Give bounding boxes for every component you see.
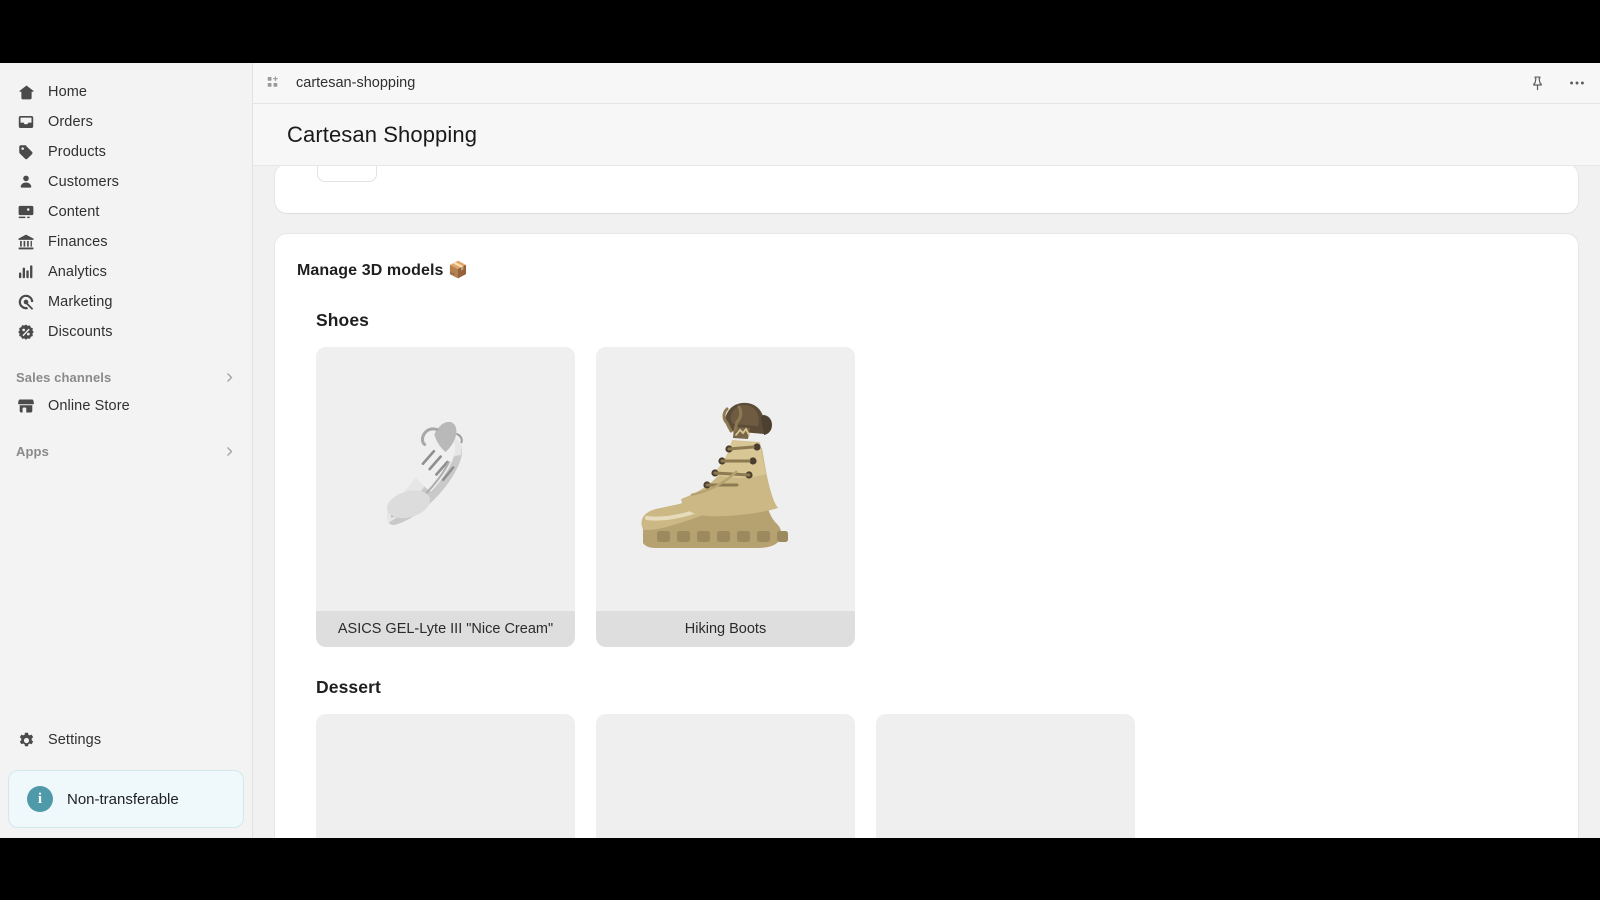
sidebar-item-discounts[interactable]: Discounts bbox=[8, 317, 244, 347]
model-tile[interactable]: Hiking Boots bbox=[596, 347, 855, 647]
model-tile-grid: ASICS GEL-Lyte III "Nice Cream" Hiking B… bbox=[316, 347, 1556, 647]
group-title: Dessert bbox=[316, 677, 381, 697]
sidebar-item-products[interactable]: Products bbox=[8, 137, 244, 167]
sidebar-item-label: Content bbox=[48, 203, 100, 220]
model-tile-placeholder[interactable] bbox=[596, 714, 855, 838]
topbar-right bbox=[1529, 74, 1586, 92]
sidebar-item-home[interactable]: Home bbox=[8, 77, 244, 107]
sidebar-section-label: Apps bbox=[16, 443, 49, 459]
sidebar-item-settings[interactable]: Settings bbox=[8, 724, 244, 756]
analytics-bars-icon bbox=[16, 262, 36, 282]
card-title: Manage 3D models 📦 bbox=[297, 260, 1556, 280]
sidebar-item-finances[interactable]: Finances bbox=[8, 227, 244, 257]
sidebar-item-label: Finances bbox=[48, 233, 108, 250]
sidebar-item-marketing[interactable]: Marketing bbox=[8, 287, 244, 317]
hiking-boot-3d-model[interactable] bbox=[596, 347, 855, 611]
cutoff-button[interactable] bbox=[317, 166, 377, 182]
sidebar-item-label: Marketing bbox=[48, 293, 113, 310]
sidebar-nav: Home Orders Products Customers Content F… bbox=[0, 63, 252, 465]
model-tile[interactable]: ASICS GEL-Lyte III "Nice Cream" bbox=[316, 347, 575, 647]
partial-card-above bbox=[275, 166, 1578, 213]
card-title-text: Manage 3D models bbox=[297, 262, 444, 279]
app-name: cartesan-shopping bbox=[296, 75, 416, 91]
manage-3d-models-card: Manage 3D models 📦 Shoes ASICS GEL-Lyte … bbox=[275, 234, 1578, 838]
model-group-shoes: Shoes ASICS GEL-Lyte III "Nice Cream" Hi… bbox=[297, 310, 1556, 647]
sidebar-section-sales-channels[interactable]: Sales channels bbox=[8, 363, 244, 391]
model-tile-label: Hiking Boots bbox=[596, 611, 855, 647]
main-area: cartesan-shopping Cartesan Shopping Mana… bbox=[253, 63, 1600, 838]
pin-icon[interactable] bbox=[1529, 75, 1546, 92]
page-header: Cartesan Shopping bbox=[253, 104, 1600, 166]
chevron-right-icon bbox=[223, 371, 236, 384]
sidebar-item-analytics[interactable]: Analytics bbox=[8, 257, 244, 287]
gear-icon bbox=[16, 730, 36, 750]
info-icon: i bbox=[27, 786, 53, 812]
topbar-left: cartesan-shopping bbox=[267, 75, 415, 91]
marketing-target-icon bbox=[16, 292, 36, 312]
sidebar-item-label: Online Store bbox=[48, 397, 130, 414]
sidebar-item-label: Products bbox=[48, 143, 107, 160]
sidebar-item-label: Analytics bbox=[48, 263, 107, 280]
model-group-dessert: Dessert bbox=[297, 677, 1556, 838]
finances-bank-icon bbox=[16, 232, 36, 252]
more-horizontal-icon[interactable] bbox=[1568, 74, 1586, 92]
home-icon bbox=[16, 82, 36, 102]
sidebar-item-online-store[interactable]: Online Store bbox=[8, 391, 244, 421]
customers-person-icon bbox=[16, 172, 36, 192]
grid-plus-icon bbox=[267, 75, 282, 91]
app-topbar: cartesan-shopping bbox=[253, 63, 1600, 104]
sidebar-item-customers[interactable]: Customers bbox=[8, 167, 244, 197]
chevron-right-icon bbox=[223, 445, 236, 458]
sneaker-3d-model[interactable] bbox=[316, 347, 575, 611]
page-title: Cartesan Shopping bbox=[287, 121, 478, 147]
sidebar-item-label: Settings bbox=[48, 731, 102, 748]
group-title: Shoes bbox=[316, 310, 370, 330]
model-tile-grid bbox=[316, 714, 1556, 838]
model-tile-placeholder[interactable] bbox=[876, 714, 1135, 838]
sidebar-item-orders[interactable]: Orders bbox=[8, 107, 244, 137]
model-tile-placeholder[interactable] bbox=[316, 714, 575, 838]
sidebar-section-label: Sales channels bbox=[16, 369, 112, 385]
sidebar-item-content[interactable]: Content bbox=[8, 197, 244, 227]
sidebar-item-label: Orders bbox=[48, 113, 93, 130]
sidebar-item-label: Home bbox=[48, 83, 88, 100]
status-badge-label: Non-transferable bbox=[67, 790, 179, 808]
content-scroll-area[interactable]: Manage 3D models 📦 Shoes ASICS GEL-Lyte … bbox=[253, 166, 1600, 838]
sidebar-item-label: Discounts bbox=[48, 323, 113, 340]
app-window: Home Orders Products Customers Content F… bbox=[0, 63, 1600, 838]
orders-inbox-icon bbox=[16, 112, 36, 132]
sidebar: Home Orders Products Customers Content F… bbox=[0, 63, 253, 838]
products-tag-icon bbox=[16, 142, 36, 162]
package-emoji-icon: 📦 bbox=[448, 262, 469, 279]
sidebar-section-apps[interactable]: Apps bbox=[8, 437, 244, 465]
content-image-icon bbox=[16, 202, 36, 222]
sidebar-item-label: Customers bbox=[48, 173, 119, 190]
model-tile-label: ASICS GEL-Lyte III "Nice Cream" bbox=[316, 611, 575, 647]
discounts-percent-icon bbox=[16, 322, 36, 342]
store-icon bbox=[16, 396, 36, 416]
non-transferable-badge[interactable]: i Non-transferable bbox=[8, 770, 244, 828]
